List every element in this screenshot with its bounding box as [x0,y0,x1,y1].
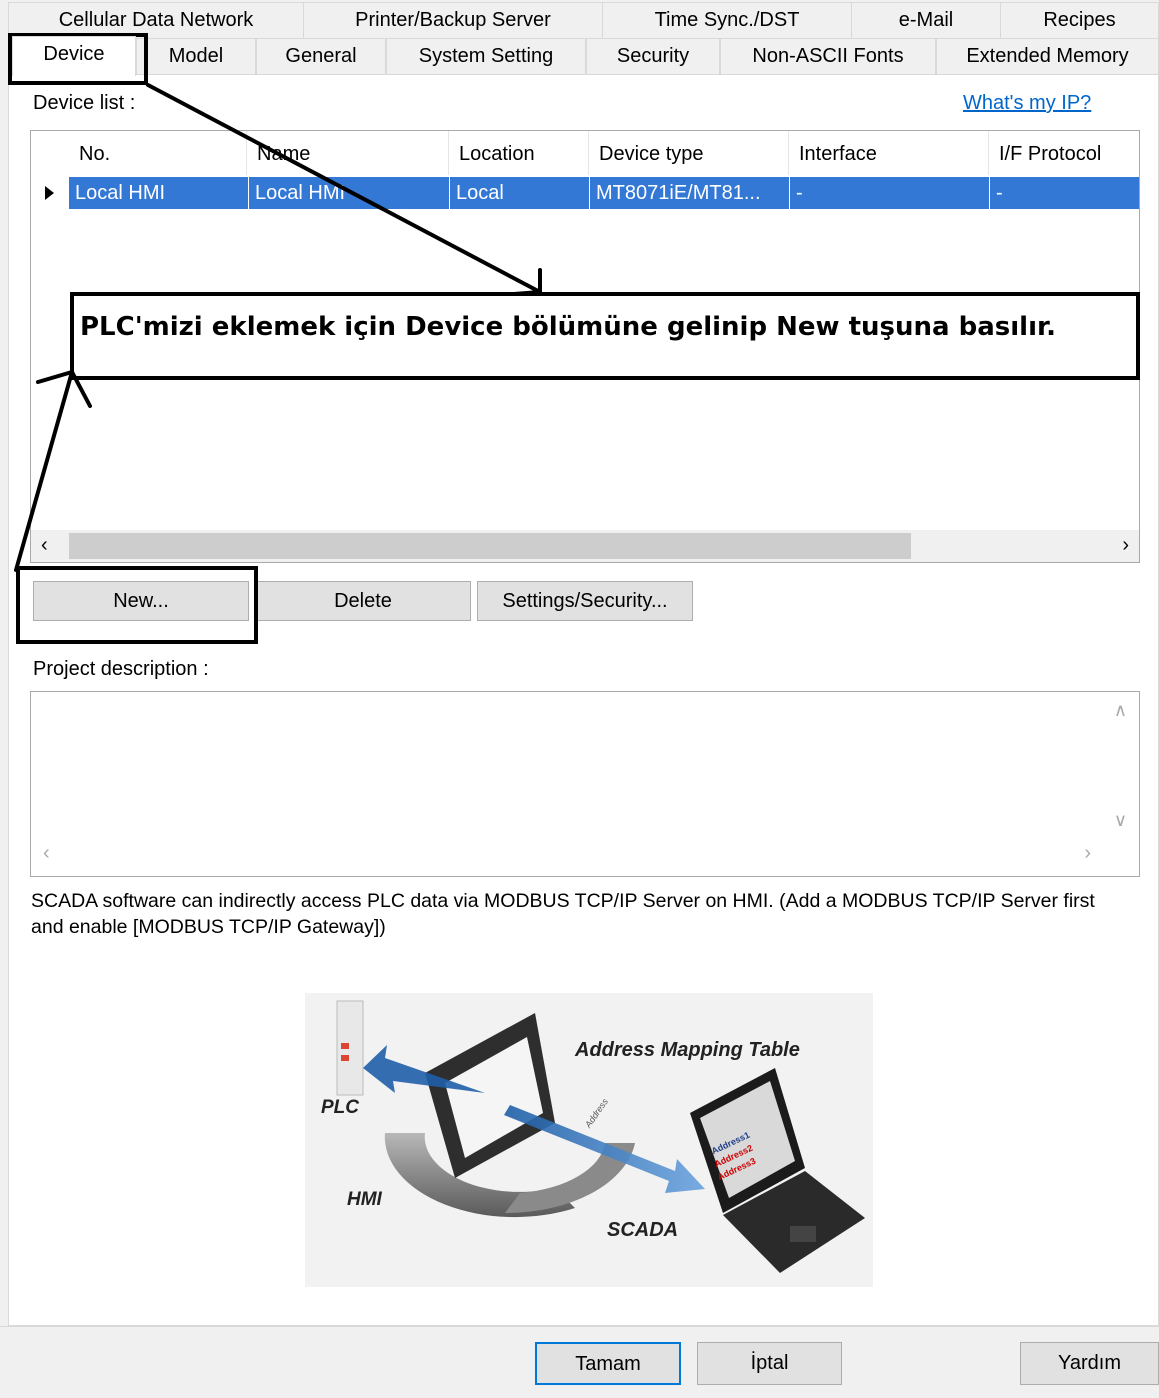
project-description-field[interactable]: ∧ ∨ ‹ › [30,691,1140,877]
arrow-line-device-to-box [146,83,542,294]
plc-indicator-shape [341,1055,349,1061]
diagram-title: Address Mapping Table [575,1039,800,1061]
arrow-line-new-to-box [14,370,74,572]
footer-divider [0,1326,1159,1327]
cancel-button[interactable]: İptal [697,1342,842,1385]
annotation-arrows [14,83,542,572]
scada-note: SCADA software can indirectly access PLC… [31,890,1095,938]
laptop-trackpad-shape [790,1226,816,1242]
plc-indicator-shape [341,1043,349,1049]
scroll-left-icon[interactable]: ‹ [43,842,50,865]
diagram-label-plc: PLC [321,1097,359,1118]
diagram-label-hmi: HMI [347,1189,382,1210]
ok-button[interactable]: Tamam [535,1342,681,1385]
help-button[interactable]: Yardım [1020,1342,1159,1385]
scroll-up-icon[interactable]: ∧ [1114,700,1127,721]
scroll-right-icon[interactable]: › [1084,842,1091,865]
diagram-svg [336,1000,865,1273]
diagram-label-scada: SCADA [607,1219,679,1241]
project-description-label: Project description : [33,658,209,680]
modbus-gateway-diagram: Address Mapping Table PLC HMI SCADA Addr… [305,993,873,1287]
plc-unit-shape [336,1000,364,1096]
tab-device[interactable]: Device [12,36,136,76]
scroll-down-icon[interactable]: ∨ [1114,810,1127,831]
